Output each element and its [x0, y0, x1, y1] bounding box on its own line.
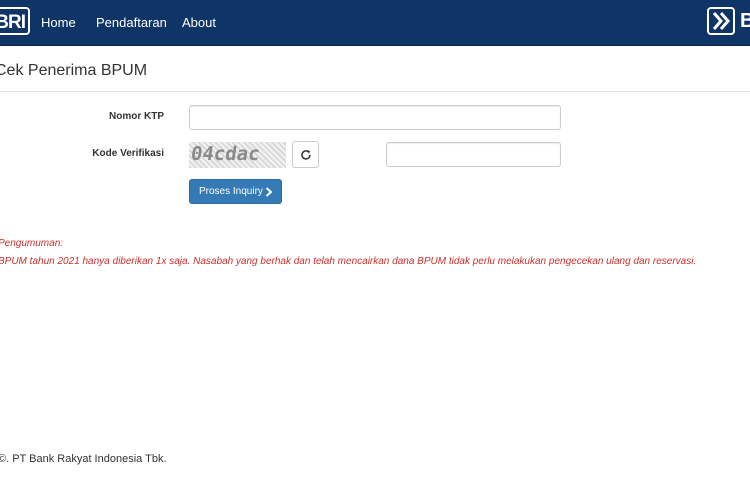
ktp-label: Nomor KTP — [109, 111, 164, 122]
right-brand-text: B — [740, 10, 750, 32]
bri-logo-icon — [707, 7, 735, 35]
submit-button-label: Proses Inquiry — [199, 186, 263, 197]
proses-inquiry-button[interactable]: Proses Inquiry — [189, 179, 282, 204]
captcha-text: 04cdac — [189, 143, 262, 165]
top-navbar: BRI Home Pendaftaran About B — [0, 0, 750, 46]
announcement-body: BPUM tahun 2021 hanya diberikan 1x saja.… — [0, 256, 697, 267]
announcement-title: Pengumuman: — [0, 238, 64, 249]
chevron-right-icon — [265, 187, 273, 197]
refresh-captcha-button[interactable] — [292, 141, 319, 168]
refresh-icon — [301, 150, 311, 160]
footer-copyright: ©. PT Bank Rakyat Indonesia Tbk. — [0, 453, 167, 465]
title-divider — [0, 91, 750, 92]
ktp-input[interactable] — [189, 105, 561, 130]
nav-pendaftaran-link[interactable]: Pendaftaran — [96, 0, 167, 45]
captcha-image: 04cdac — [189, 142, 286, 168]
bri-logo[interactable]: BRI — [0, 7, 30, 35]
nav-home-link[interactable]: Home — [41, 0, 76, 45]
nav-about-link[interactable]: About — [182, 0, 216, 45]
verification-code-input[interactable] — [386, 142, 561, 167]
verification-code-label: Kode Verifikasi — [92, 148, 164, 159]
page-title: Cek Penerima BPUM — [0, 62, 148, 79]
